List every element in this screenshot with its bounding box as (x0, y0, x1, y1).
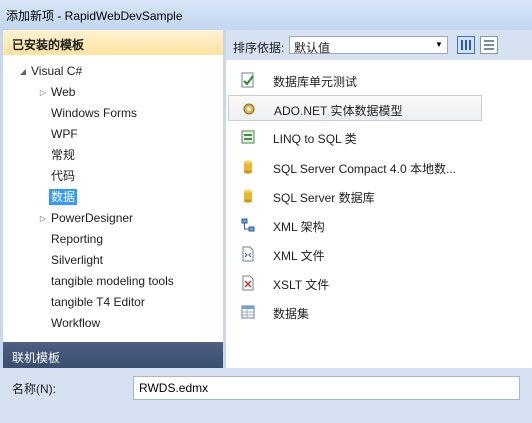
entity-model-icon (243, 103, 255, 115)
template-item-xml-schema[interactable]: XML 架构 (228, 212, 482, 238)
xml-schema-icon (241, 218, 255, 232)
tree-node-workflow[interactable]: Workflow (51, 314, 100, 333)
tree-node-general[interactable]: 常规 (51, 146, 75, 165)
template-list: 数据库单元测试 ADO.NET 实体数据模型 LINQ to SQL 类 SQL… (226, 60, 532, 368)
tree-node-powerdesigner[interactable]: ▷ PowerDesigner (40, 209, 133, 228)
database-icon (244, 160, 252, 174)
online-templates-label: 联机模板 (12, 351, 61, 365)
collapsed-arrow-icon[interactable]: ▷ (37, 83, 49, 102)
collapsed-arrow-icon[interactable]: ▷ (37, 209, 49, 228)
left-panel: 已安装的模板 ◢ Visual C# ▷ Web Windows Forms W… (3, 30, 223, 368)
name-bar: 名称(N): (0, 368, 532, 423)
expanded-arrow-icon[interactable]: ◢ (17, 62, 29, 81)
xslt-file-icon (242, 275, 254, 291)
name-label: 名称(N): (12, 382, 56, 396)
window-title: 添加新项 - RapidWebDevSample (6, 9, 183, 23)
database-icon (244, 189, 252, 203)
medium-icons-view-button[interactable] (457, 36, 475, 54)
title-bar: 添加新项 - RapidWebDevSample (0, 0, 532, 30)
small-icons-view-button[interactable] (480, 36, 498, 54)
template-item-xslt-file[interactable]: XSLT 文件 (228, 270, 482, 296)
online-templates-bar[interactable]: 联机模板 (3, 342, 223, 368)
sort-bar: 排序依据: 默认值 ▼ (226, 30, 532, 60)
tree-node-windows-forms[interactable]: Windows Forms (51, 104, 137, 123)
template-item-ado-net-entity-model[interactable]: ADO.NET 实体数据模型 (228, 95, 482, 121)
tree-node-wpf[interactable]: WPF (51, 125, 78, 144)
sort-by-dropdown[interactable]: 默认值 ▼ (289, 36, 448, 55)
template-item-unit-test[interactable]: 数据库单元测试 (228, 67, 482, 93)
tree-node-tangible-modeling-tools[interactable]: tangible modeling tools (51, 272, 174, 291)
installed-templates-header: 已安装的模板 (3, 30, 223, 55)
xml-file-icon (242, 246, 254, 262)
sort-by-label: 排序依据: (233, 41, 285, 55)
chevron-down-icon[interactable]: ▼ (431, 37, 447, 53)
template-item-linq-to-sql[interactable]: LINQ to SQL 类 (228, 124, 482, 150)
tree-node-visual-csharp[interactable]: ◢ Visual C# (20, 62, 82, 81)
grid-view-icon (461, 40, 471, 50)
template-item-sql-compact[interactable]: SQL Server Compact 4.0 本地数... (228, 154, 482, 180)
template-item-sql-server-database[interactable]: SQL Server 数据库 (228, 183, 482, 209)
tree-node-reporting[interactable]: Reporting (51, 230, 103, 249)
template-item-xml-file[interactable]: XML 文件 (228, 241, 482, 267)
tree-node-tangible-t4-editor[interactable]: tangible T4 Editor (51, 293, 145, 312)
linq-icon (241, 130, 255, 144)
tree-node-code[interactable]: 代码 (51, 167, 75, 186)
tree-node-data[interactable]: 数据 (49, 188, 78, 207)
installed-templates-label: 已安装的模板 (12, 38, 85, 52)
tree-node-web[interactable]: ▷ Web (40, 83, 76, 102)
template-item-dataset[interactable]: 数据集 (228, 299, 482, 325)
dataset-icon (241, 305, 255, 319)
sort-by-value: 默认值 (294, 41, 331, 55)
name-input[interactable] (133, 376, 520, 400)
unit-test-icon (241, 72, 254, 88)
tree-node-silverlight[interactable]: Silverlight (51, 251, 103, 270)
list-view-icon (484, 40, 494, 50)
